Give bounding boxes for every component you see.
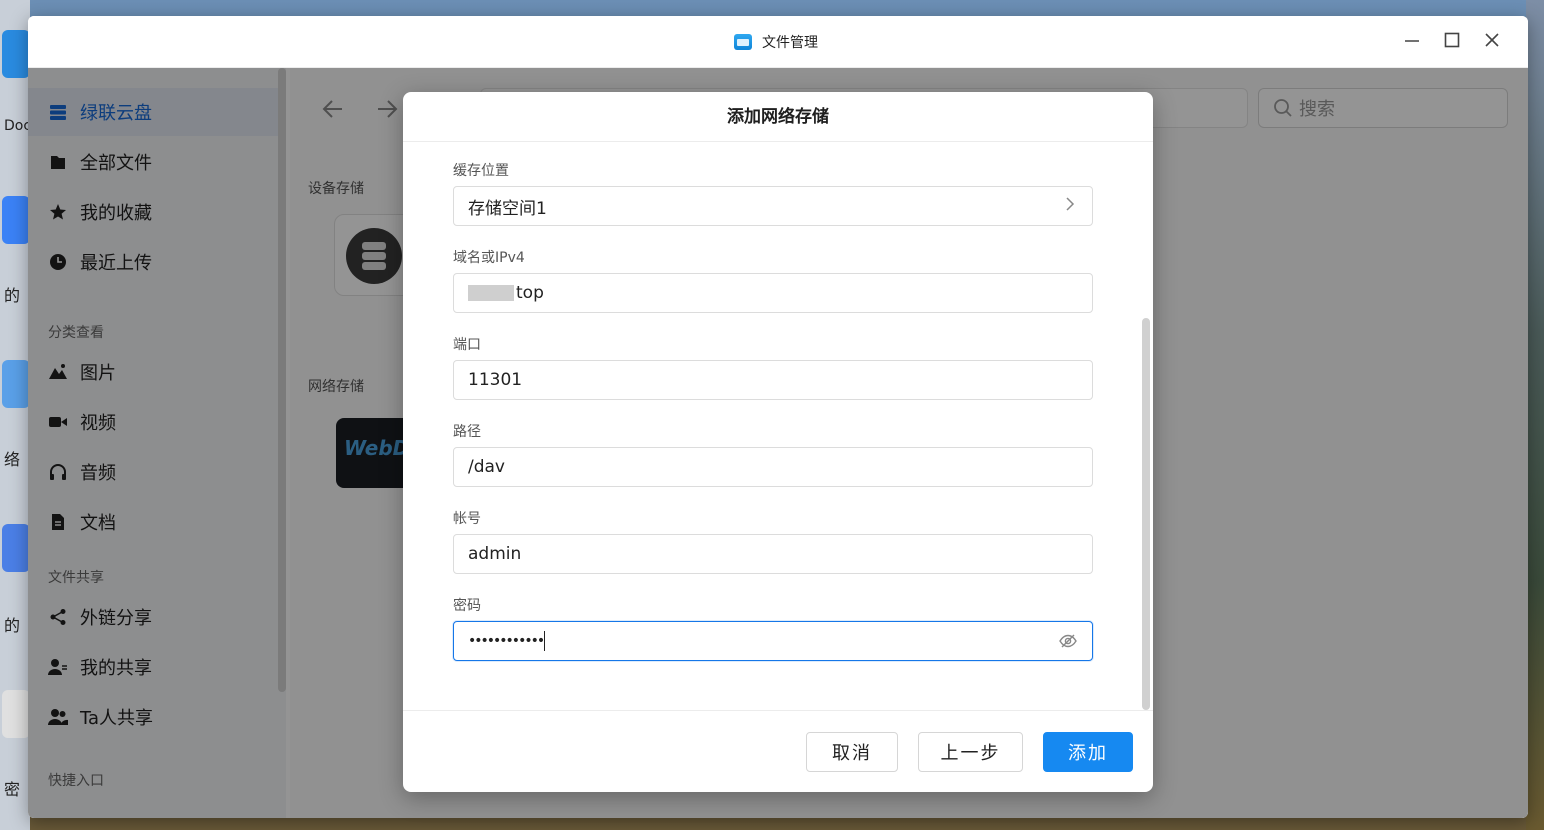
text-caret (544, 631, 546, 651)
host-label: 域名或IPv4 (453, 250, 525, 266)
path-label: 路径 (453, 424, 481, 440)
file-manager-app-icon (734, 34, 752, 50)
close-icon[interactable] (1480, 30, 1504, 54)
previous-step-button[interactable]: 上一步 (918, 732, 1023, 772)
chevron-right-icon (1064, 196, 1076, 216)
path-input[interactable]: /dav (453, 447, 1093, 487)
cache-location-value: 存储空间1 (468, 198, 547, 219)
port-input[interactable]: 11301 (453, 360, 1093, 400)
password-label: 密码 (453, 598, 481, 614)
password-input[interactable]: •••••••••••• (453, 621, 1093, 661)
cancel-button[interactable]: 取消 (806, 732, 898, 772)
docker-desktop-icon[interactable] (2, 30, 30, 78)
network-desktop-icon[interactable] (2, 360, 30, 408)
desktop-label: 络 (4, 450, 21, 469)
add-button[interactable]: 添加 (1043, 732, 1133, 772)
desktop-label: 的 (4, 616, 21, 635)
dialog-title: 添加网络存储 (403, 92, 1153, 142)
port-label: 端口 (453, 337, 481, 353)
eye-hidden-icon[interactable] (1058, 631, 1078, 651)
account-input[interactable]: admin (453, 534, 1093, 574)
account-value: admin (468, 544, 522, 564)
path-value: /dav (468, 457, 505, 477)
password-value: •••••••••••• (468, 633, 545, 649)
title-bar[interactable]: 文件管理 (28, 16, 1528, 68)
desktop-edge (1526, 0, 1544, 830)
security-desktop-icon[interactable] (2, 690, 30, 738)
desktop-label: 的 (4, 286, 21, 305)
app-desktop-icon[interactable] (2, 196, 30, 244)
dialog-scrollbar[interactable] (1142, 318, 1150, 710)
redacted-host-block (468, 285, 514, 301)
host-input[interactable]: top (453, 273, 1093, 313)
maximize-icon[interactable] (1440, 30, 1464, 54)
window-title: 文件管理 (762, 35, 818, 51)
desktop-label: 密 (4, 780, 21, 799)
upload-desktop-icon[interactable] (2, 524, 30, 572)
dialog-footer-divider (403, 710, 1153, 711)
account-label: 帐号 (453, 511, 481, 527)
desktop-icon-strip: Doc 的 络 的 密 (0, 0, 32, 830)
host-value: top (516, 283, 544, 303)
cache-location-label: 缓存位置 (453, 163, 509, 179)
add-network-storage-dialog: 添加网络存储 缓存位置 存储空间1 域名或IPv4 top 端口 11301 路… (403, 92, 1153, 792)
desktop-label: Doc (4, 118, 32, 134)
minimize-icon[interactable] (1400, 30, 1424, 54)
cache-location-select[interactable]: 存储空间1 (453, 186, 1093, 226)
port-value: 11301 (468, 370, 523, 390)
